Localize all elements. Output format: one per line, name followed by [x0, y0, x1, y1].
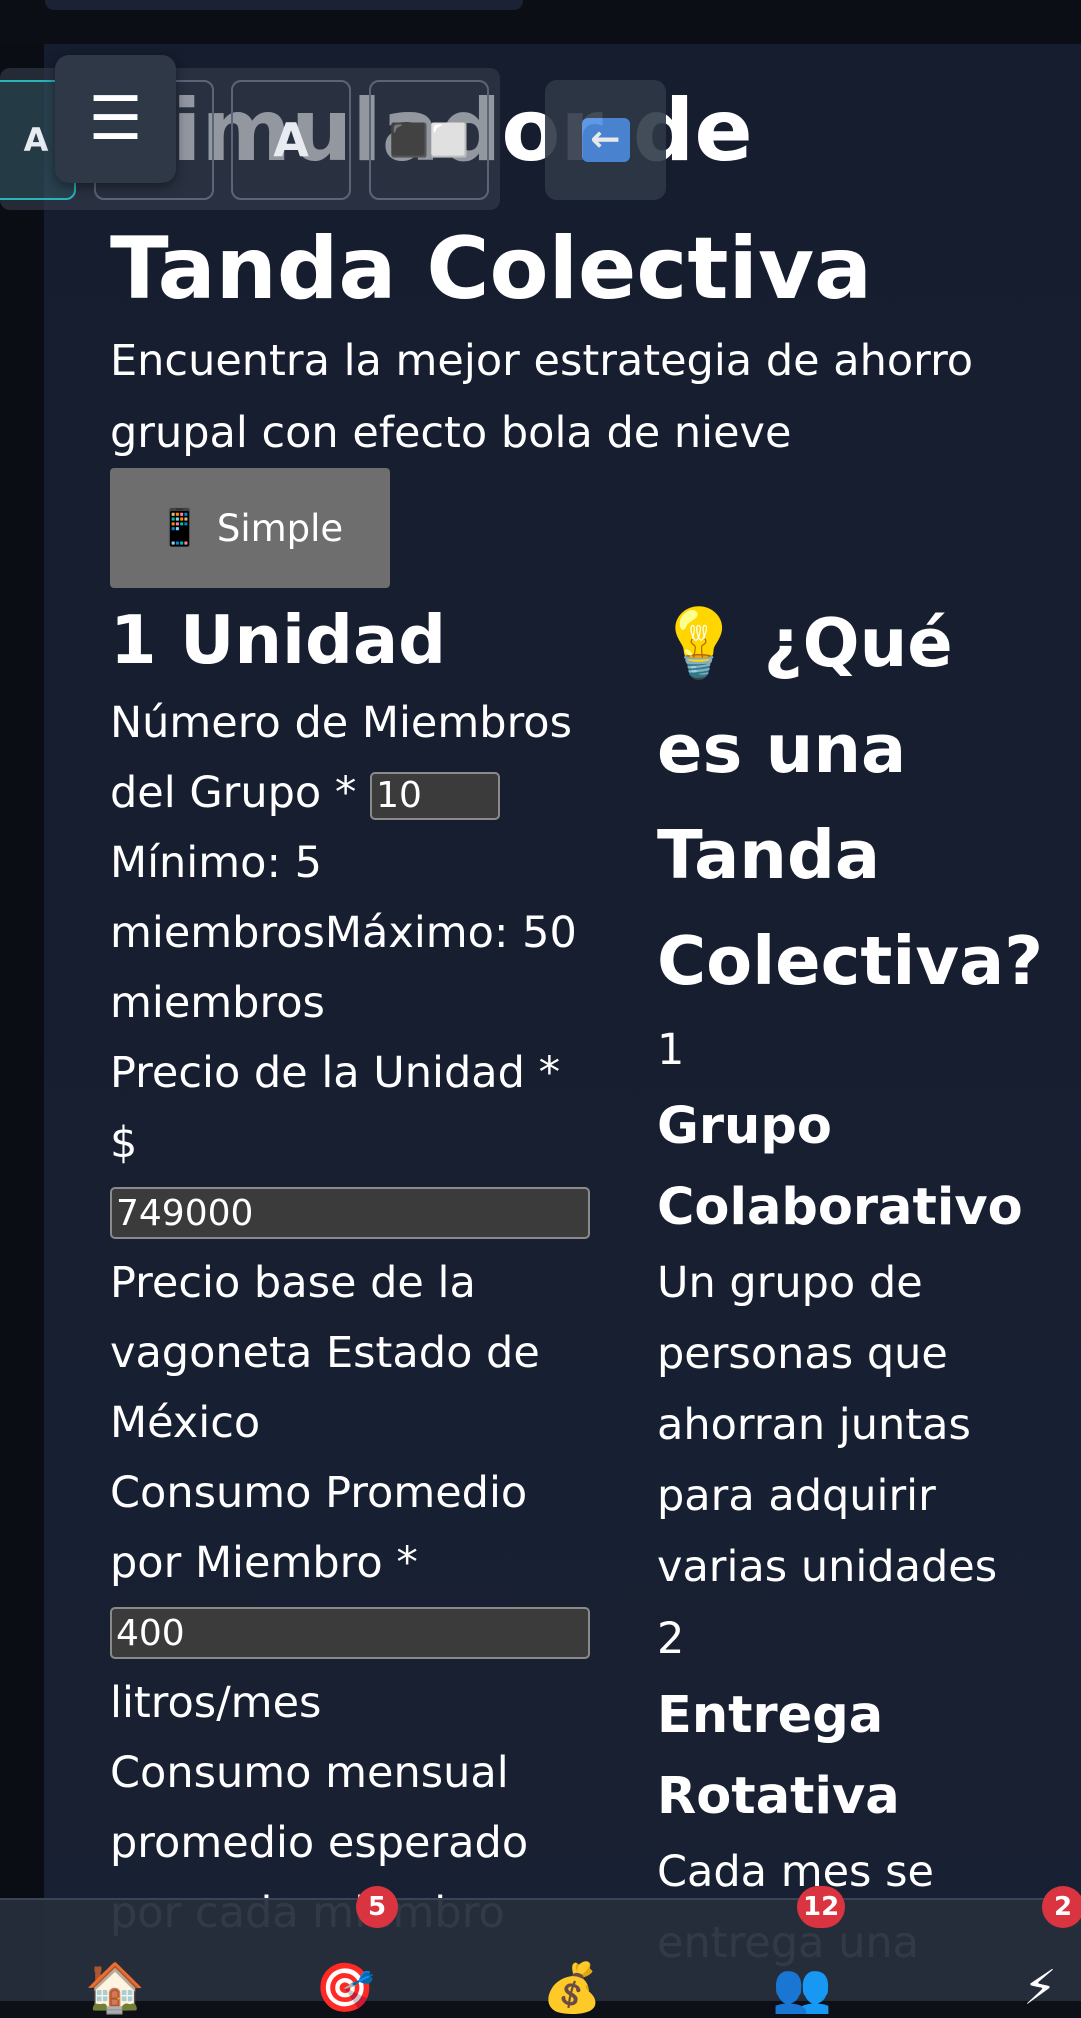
simulator-form: 1 Unidad Número de Miembros del Grupo * …	[110, 590, 600, 1948]
quick-badge: 2	[1042, 1886, 1081, 1928]
price-input[interactable]	[110, 1187, 590, 1239]
nav-quick[interactable]: ⚡	[1000, 1958, 1080, 2018]
menu-icon: ☰	[88, 84, 143, 154]
members-input[interactable]	[370, 771, 501, 820]
back-button[interactable]: ←	[545, 80, 666, 200]
members-min-hint: Mínimo: 5 miembros	[110, 838, 325, 958]
currency-symbol: $	[110, 1118, 138, 1168]
nav-home[interactable]: 🏠	[75, 1958, 155, 2018]
info-card-number: 1	[657, 1025, 685, 1075]
font-a-large-icon: A	[273, 113, 309, 167]
members-badge: 12	[797, 1886, 846, 1928]
info-card-title: Grupo Colaborativo	[657, 1097, 1023, 1237]
home-icon: 🏠	[85, 1960, 145, 2016]
lightning-icon: ⚡	[1023, 1960, 1057, 2016]
font-a-icon: A	[23, 121, 49, 159]
contrast-toggle-button[interactable]: ⬛⬜	[369, 80, 489, 200]
nav-savings[interactable]: 💰	[532, 1958, 612, 2018]
simple-mode-button[interactable]: 📱 Simple	[110, 468, 390, 588]
consumption-unit: litros/mes	[110, 1678, 322, 1728]
hamburger-menu-button[interactable]: ☰	[55, 55, 176, 183]
bottom-navigation: 🏠 🎯 5 💰 👥 12 ⚡ 2	[0, 1886, 1081, 2016]
info-card-group: 1 Grupo Colaborativo Un grupo de persona…	[657, 1014, 1057, 1603]
simple-mode-label: Simple	[216, 506, 344, 550]
members-label: Número de Miembros del Grupo *	[110, 698, 573, 818]
info-card-number: 2	[657, 1614, 685, 1664]
page-subtitle: Encuentra la mejor estrategia de ahorro …	[110, 336, 974, 458]
consumption-label: Consumo Promedio por Miembro *	[110, 1468, 528, 1588]
contrast-icon: ⬛⬜	[389, 121, 469, 159]
top-scroll-pill	[45, 0, 523, 10]
target-icon: 🎯	[315, 1960, 375, 2016]
goals-badge: 5	[356, 1886, 398, 1928]
back-arrow-icon: ←	[581, 118, 630, 162]
info-title: 💡 ¿Qué es una Tanda Colectiva?	[657, 590, 1057, 1014]
members-hint: Mínimo: 5 miembrosMáximo: 50 miembros	[110, 828, 600, 1038]
info-panel: 💡 ¿Qué es una Tanda Colectiva? 1 Grupo C…	[657, 590, 1057, 1979]
left-edge-bar	[0, 44, 44, 1999]
info-card-title: Entrega Rotativa	[657, 1686, 900, 1826]
section-title: 1 Unidad	[110, 601, 447, 679]
money-bag-icon: 💰	[542, 1960, 602, 2016]
price-hint: Precio base de la vagoneta Estado de Méx…	[110, 1258, 540, 1448]
font-size-large-button[interactable]: A	[231, 80, 351, 200]
phone-icon: 📱	[156, 506, 203, 549]
nav-goals[interactable]: 🎯	[305, 1958, 385, 2018]
lightbulb-icon: 💡	[657, 604, 741, 682]
members-field-group: Número de Miembros del Grupo *	[110, 688, 600, 828]
price-label: Precio de la Unidad *	[110, 1048, 561, 1098]
title-line-2: Tanda Colectiva	[110, 219, 873, 319]
info-card-text: Un grupo de personas que ahorran juntas …	[657, 1258, 998, 1592]
consumption-input[interactable]	[110, 1607, 590, 1659]
nav-members[interactable]: 👥	[762, 1958, 842, 2018]
group-icon: 👥	[772, 1960, 832, 2016]
